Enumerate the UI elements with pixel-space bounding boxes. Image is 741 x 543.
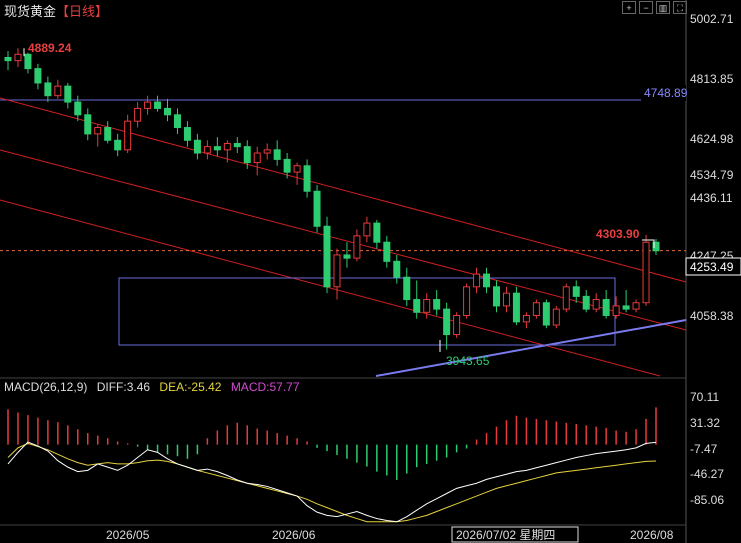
- candle-body: [512, 292, 520, 323]
- y-tick-label: 4534.79: [690, 168, 734, 182]
- y-tick-label: 4813.85: [690, 72, 734, 86]
- candle-body: [383, 241, 391, 262]
- candle-body: [213, 146, 221, 151]
- candle-body: [463, 286, 471, 316]
- price-chart[interactable]: 4889.24 4303.90 3943.65 5002.71 4813.85 4624…: [0, 0, 741, 543]
- candle-body: [443, 308, 451, 336]
- candle-body: [343, 254, 351, 259]
- candle-body: [393, 260, 401, 278]
- candle-body: [632, 302, 640, 310]
- y-tick-label: 4058.38: [690, 309, 734, 323]
- candle-body: [433, 299, 441, 310]
- candle-body: [84, 114, 92, 135]
- dea-line: [7, 442, 657, 523]
- candle-body: [44, 82, 52, 97]
- x-tick-label: 2026/06: [272, 528, 316, 542]
- candle-body: [592, 299, 600, 310]
- candle-body: [353, 235, 361, 259]
- candle-body: [473, 273, 481, 288]
- candle-body: [283, 158, 291, 173]
- candle-body: [114, 139, 122, 151]
- candle-body: [203, 146, 211, 154]
- candle-body: [313, 190, 321, 227]
- candle-body: [602, 299, 610, 316]
- candle-body: [303, 165, 311, 192]
- candle-body: [144, 101, 152, 109]
- candle-body: [273, 149, 281, 160]
- low-label: 3943.65: [446, 354, 490, 368]
- y-tick-label: 4436.11: [690, 191, 733, 205]
- x-tick-label: 2026/07/02 星期四: [456, 528, 555, 542]
- candle-body: [622, 305, 630, 310]
- candle-body: [4, 56, 12, 62]
- x-tick-label: 2026/08: [630, 528, 674, 542]
- candle-body: [193, 139, 201, 154]
- macd-tick-label: -46.27: [690, 467, 724, 481]
- y-tick-label: 4624.98: [690, 132, 734, 146]
- channel-upper-line: [0, 97, 687, 283]
- candle-body: [492, 286, 500, 307]
- recent-high-label: 4303.90: [596, 227, 640, 241]
- candle-body: [104, 127, 112, 141]
- candle-body: [562, 286, 570, 310]
- candle-body: [173, 114, 181, 129]
- consolidation-box: [118, 277, 616, 346]
- candle-body: [333, 254, 341, 288]
- candle-body: [363, 222, 371, 237]
- candle-body: [612, 305, 620, 316]
- macd-tick-label: -7.47: [690, 442, 718, 456]
- candle-body: [223, 142, 231, 151]
- candle-body: [263, 149, 271, 154]
- current-price-tag: 4253.49: [690, 260, 734, 274]
- candle-body: [253, 152, 261, 164]
- candle-body: [582, 295, 590, 310]
- candle-body: [94, 127, 102, 135]
- candle-body: [134, 107, 142, 122]
- resistance-tag: 4748.89: [644, 86, 688, 100]
- candle-body: [74, 101, 82, 116]
- candle-body: [164, 107, 172, 116]
- candle-body: [483, 273, 491, 288]
- candle-body: [532, 302, 540, 316]
- candle-body: [403, 276, 411, 301]
- candle-body: [54, 85, 62, 97]
- candle-body: [572, 286, 580, 297]
- y-tick-label: 5002.71: [690, 12, 734, 26]
- candle-body: [24, 53, 32, 70]
- candle-body: [552, 308, 560, 326]
- candle-body: [233, 142, 241, 148]
- macd-tick-label: -85.06: [690, 493, 724, 507]
- candle-body: [154, 101, 162, 109]
- x-tick-label: 2026/05: [106, 528, 150, 542]
- candle-body: [14, 53, 22, 62]
- candle-body: [323, 225, 331, 288]
- macd-tick-label: 31.32: [690, 416, 720, 430]
- high-label: 4889.24: [28, 41, 72, 55]
- candle-body: [243, 146, 251, 164]
- candle-body: [522, 314, 530, 323]
- macd-tick-label: 70.11: [690, 390, 719, 404]
- candle-body: [124, 120, 132, 151]
- candle-body: [34, 68, 42, 84]
- candle-body: [542, 302, 550, 326]
- candle-body: [423, 299, 431, 313]
- candle-body: [293, 165, 301, 173]
- candle-body: [453, 314, 461, 336]
- candle-body: [64, 85, 72, 103]
- candle-body: [642, 241, 650, 304]
- candle-body: [413, 299, 421, 313]
- candle-body: [502, 292, 510, 307]
- candle-body: [183, 127, 191, 141]
- candle-body: [373, 222, 381, 243]
- support-trendline: [375, 319, 687, 377]
